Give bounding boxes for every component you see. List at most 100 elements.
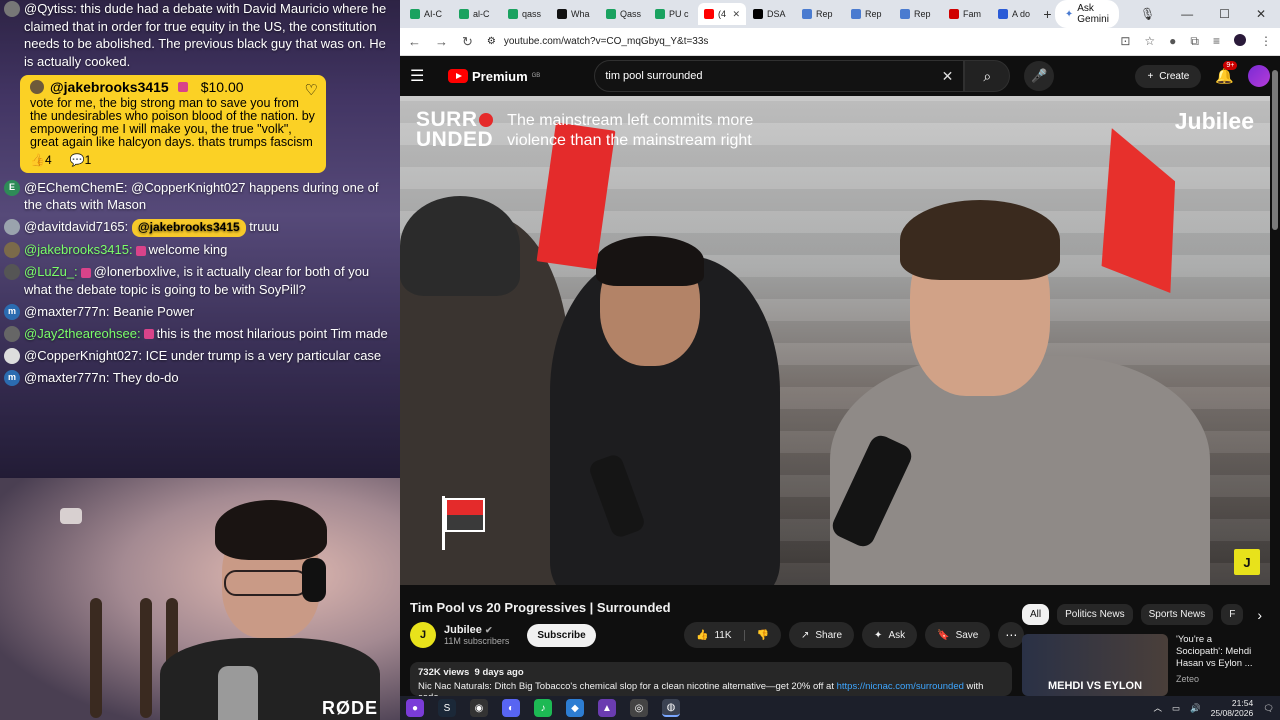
media-control-icon[interactable]: ≡ (1213, 34, 1220, 49)
browser-tab[interactable]: PU c (649, 3, 697, 25)
voice-search-button[interactable]: 🎤 (1024, 61, 1055, 91)
reload-icon[interactable]: ↻ (462, 34, 473, 50)
browser-tab[interactable]: al-C (453, 3, 501, 25)
browser-menu-icon[interactable]: ⋮ (1260, 34, 1272, 49)
hamburger-menu-icon[interactable]: ☰ (410, 66, 434, 86)
app-icon[interactable]: ◆ (566, 699, 584, 717)
like-button[interactable]: 👍 11K (684, 629, 745, 641)
chat-message: @Jay2theareohsee: this is the most hilari… (4, 325, 392, 343)
spotify-icon[interactable]: ♪ (534, 699, 552, 717)
browser-tab[interactable]: DSA (747, 3, 795, 25)
wall-lamp (60, 508, 82, 524)
account-avatar[interactable] (1248, 65, 1270, 87)
tab-favicon-icon (900, 9, 910, 19)
url-field[interactable]: ⚙ youtube.com/watch?v=CO_mqGbyq_Y&t=33s (487, 36, 1106, 47)
bookmark-star-icon[interactable]: ☆ (1144, 34, 1155, 49)
channel-name: Jubilee (444, 624, 482, 636)
clock-date: 25/08/2026 (1210, 708, 1254, 718)
scrollbar-thumb[interactable] (1272, 70, 1278, 230)
discord-icon[interactable]: ◐ (502, 699, 520, 717)
notifications-button[interactable]: 🔔 9+ (1215, 61, 1238, 85)
headphones (302, 558, 326, 602)
extensions-puzzle-icon[interactable]: ⧉ (1190, 34, 1199, 49)
forward-icon[interactable]: → (435, 34, 448, 49)
ask-button[interactable]: ✦ Ask (862, 622, 918, 648)
share-button[interactable]: ↗ Share (788, 622, 855, 648)
site-info-icon[interactable]: ⚙ (487, 36, 496, 47)
superchat-avatar (30, 79, 44, 94)
profile-avatar[interactable] (1234, 34, 1246, 46)
network-icon[interactable]: ▭ (1172, 703, 1180, 714)
heart-icon[interactable]: ♡ (305, 81, 318, 99)
obs-icon[interactable]: ◉ (470, 699, 488, 717)
tab-label: Qass (620, 9, 642, 19)
chat-text: ICE under trump is a very particular cas… (145, 347, 382, 363)
browser-tab[interactable]: Qass (600, 3, 648, 25)
chat-avatar (4, 264, 20, 280)
browser-tab[interactable]: Rep (894, 3, 942, 25)
extension-icon[interactable]: ● (1169, 34, 1176, 49)
chat-username: @Jay2theareohsee: (24, 325, 141, 341)
minimize-icon[interactable]: — (1181, 7, 1193, 21)
chrome-icon[interactable]: ◍ (662, 699, 680, 717)
youtube-premium-logo[interactable]: Premium GB (448, 69, 540, 84)
notification-center-icon[interactable]: 🗨 (1263, 703, 1274, 714)
dislike-button[interactable]: 👎 (745, 630, 781, 641)
description-box[interactable]: 732K views 9 days ago Nic Nac Naturals: … (410, 662, 1012, 696)
video-player[interactable]: SURR UNDED The mainstream left commits m… (400, 96, 1270, 585)
clock[interactable]: 21:54 25/08/2026 (1211, 698, 1254, 718)
recommended-title: 'You're a Sociopath': Mehdi Hasan vs Eyl… (1176, 634, 1253, 669)
bell-icon: 🔔 (1215, 68, 1234, 85)
filter-chip[interactable]: Sports News (1140, 604, 1214, 625)
tray-chevron-icon[interactable]: ︿ (1154, 702, 1163, 714)
chevron-right-icon[interactable]: › (1257, 607, 1262, 623)
maximize-icon[interactable]: ☐ (1219, 7, 1230, 21)
app-icon[interactable]: ▲ (598, 699, 616, 717)
app-icon[interactable]: ◎ (630, 699, 648, 717)
filter-chip[interactable]: F (1221, 604, 1244, 625)
save-button[interactable]: 🔖 Save (925, 622, 991, 648)
install-app-icon[interactable]: ⊡ (1120, 34, 1130, 49)
tab-favicon-icon (557, 9, 567, 19)
clear-search-icon[interactable]: ✕ (942, 68, 954, 85)
close-window-icon[interactable]: ✕ (1256, 7, 1266, 21)
channel-watermark-icon[interactable]: J (1234, 549, 1260, 575)
filter-chip[interactable]: Politics News (1057, 604, 1133, 625)
channel-avatar[interactable]: J (410, 622, 436, 648)
subscribe-button[interactable]: Subscribe (527, 623, 596, 647)
page-scrollbar[interactable] (1270, 56, 1280, 686)
browser-tab[interactable]: Wha (551, 3, 599, 25)
chat-avatar (4, 325, 20, 342)
app-icon[interactable]: ● (406, 699, 424, 717)
steam-icon[interactable]: S (438, 699, 456, 717)
browser-tab[interactable]: Fam (943, 3, 991, 25)
chat-avatar (4, 219, 20, 235)
chat-username: @EChemChemE: (24, 179, 128, 195)
volume-icon[interactable]: 🔊 (1190, 703, 1201, 714)
clock-time: 21:54 (1231, 698, 1254, 708)
browser-tab[interactable]: qass (502, 3, 550, 25)
filter-chip[interactable]: All (1022, 604, 1050, 625)
close-tab-icon[interactable]: ✕ (732, 9, 740, 20)
recommended-info[interactable]: 'You're a Sociopath': Mehdi Hasan vs Eyl… (1176, 634, 1256, 696)
browser-tab[interactable]: Rep (845, 3, 893, 25)
channel-name-row[interactable]: Jubilee ✔ (444, 624, 509, 636)
ask-gemini-button[interactable]: ✦ Ask Gemini (1054, 0, 1119, 28)
more-actions-icon[interactable]: ⋯ (998, 622, 1025, 648)
browser-tab[interactable]: A do (992, 3, 1040, 25)
chat-text: this dude had a debate with David Mauric… (24, 1, 387, 69)
search-button[interactable]: ⌕ (964, 60, 1011, 92)
browser-tab[interactable]: AI-C (404, 3, 452, 25)
create-button[interactable]: + Create (1135, 64, 1202, 88)
bookmark-icon: 🔖 (937, 629, 950, 641)
back-icon[interactable]: ← (408, 34, 421, 49)
description-link[interactable]: https://nicnac.com/surrounded (837, 681, 964, 692)
new-tab-button[interactable]: + (1041, 6, 1054, 22)
browser-tab[interactable]: Rep (796, 3, 844, 25)
streamer-hair (215, 500, 327, 560)
browser-tab[interactable]: (4 ✕ (698, 3, 746, 25)
chat-message: m @maxter777n: They do-do (4, 369, 392, 387)
recommended-thumbnail[interactable]: MEHDI VS EYLON (1022, 634, 1168, 696)
recommended-video[interactable]: MEHDI VS EYLON 'You're a Sociopath': Meh… (1022, 634, 1256, 696)
search-input[interactable]: tim pool surrounded ✕ (594, 60, 965, 92)
